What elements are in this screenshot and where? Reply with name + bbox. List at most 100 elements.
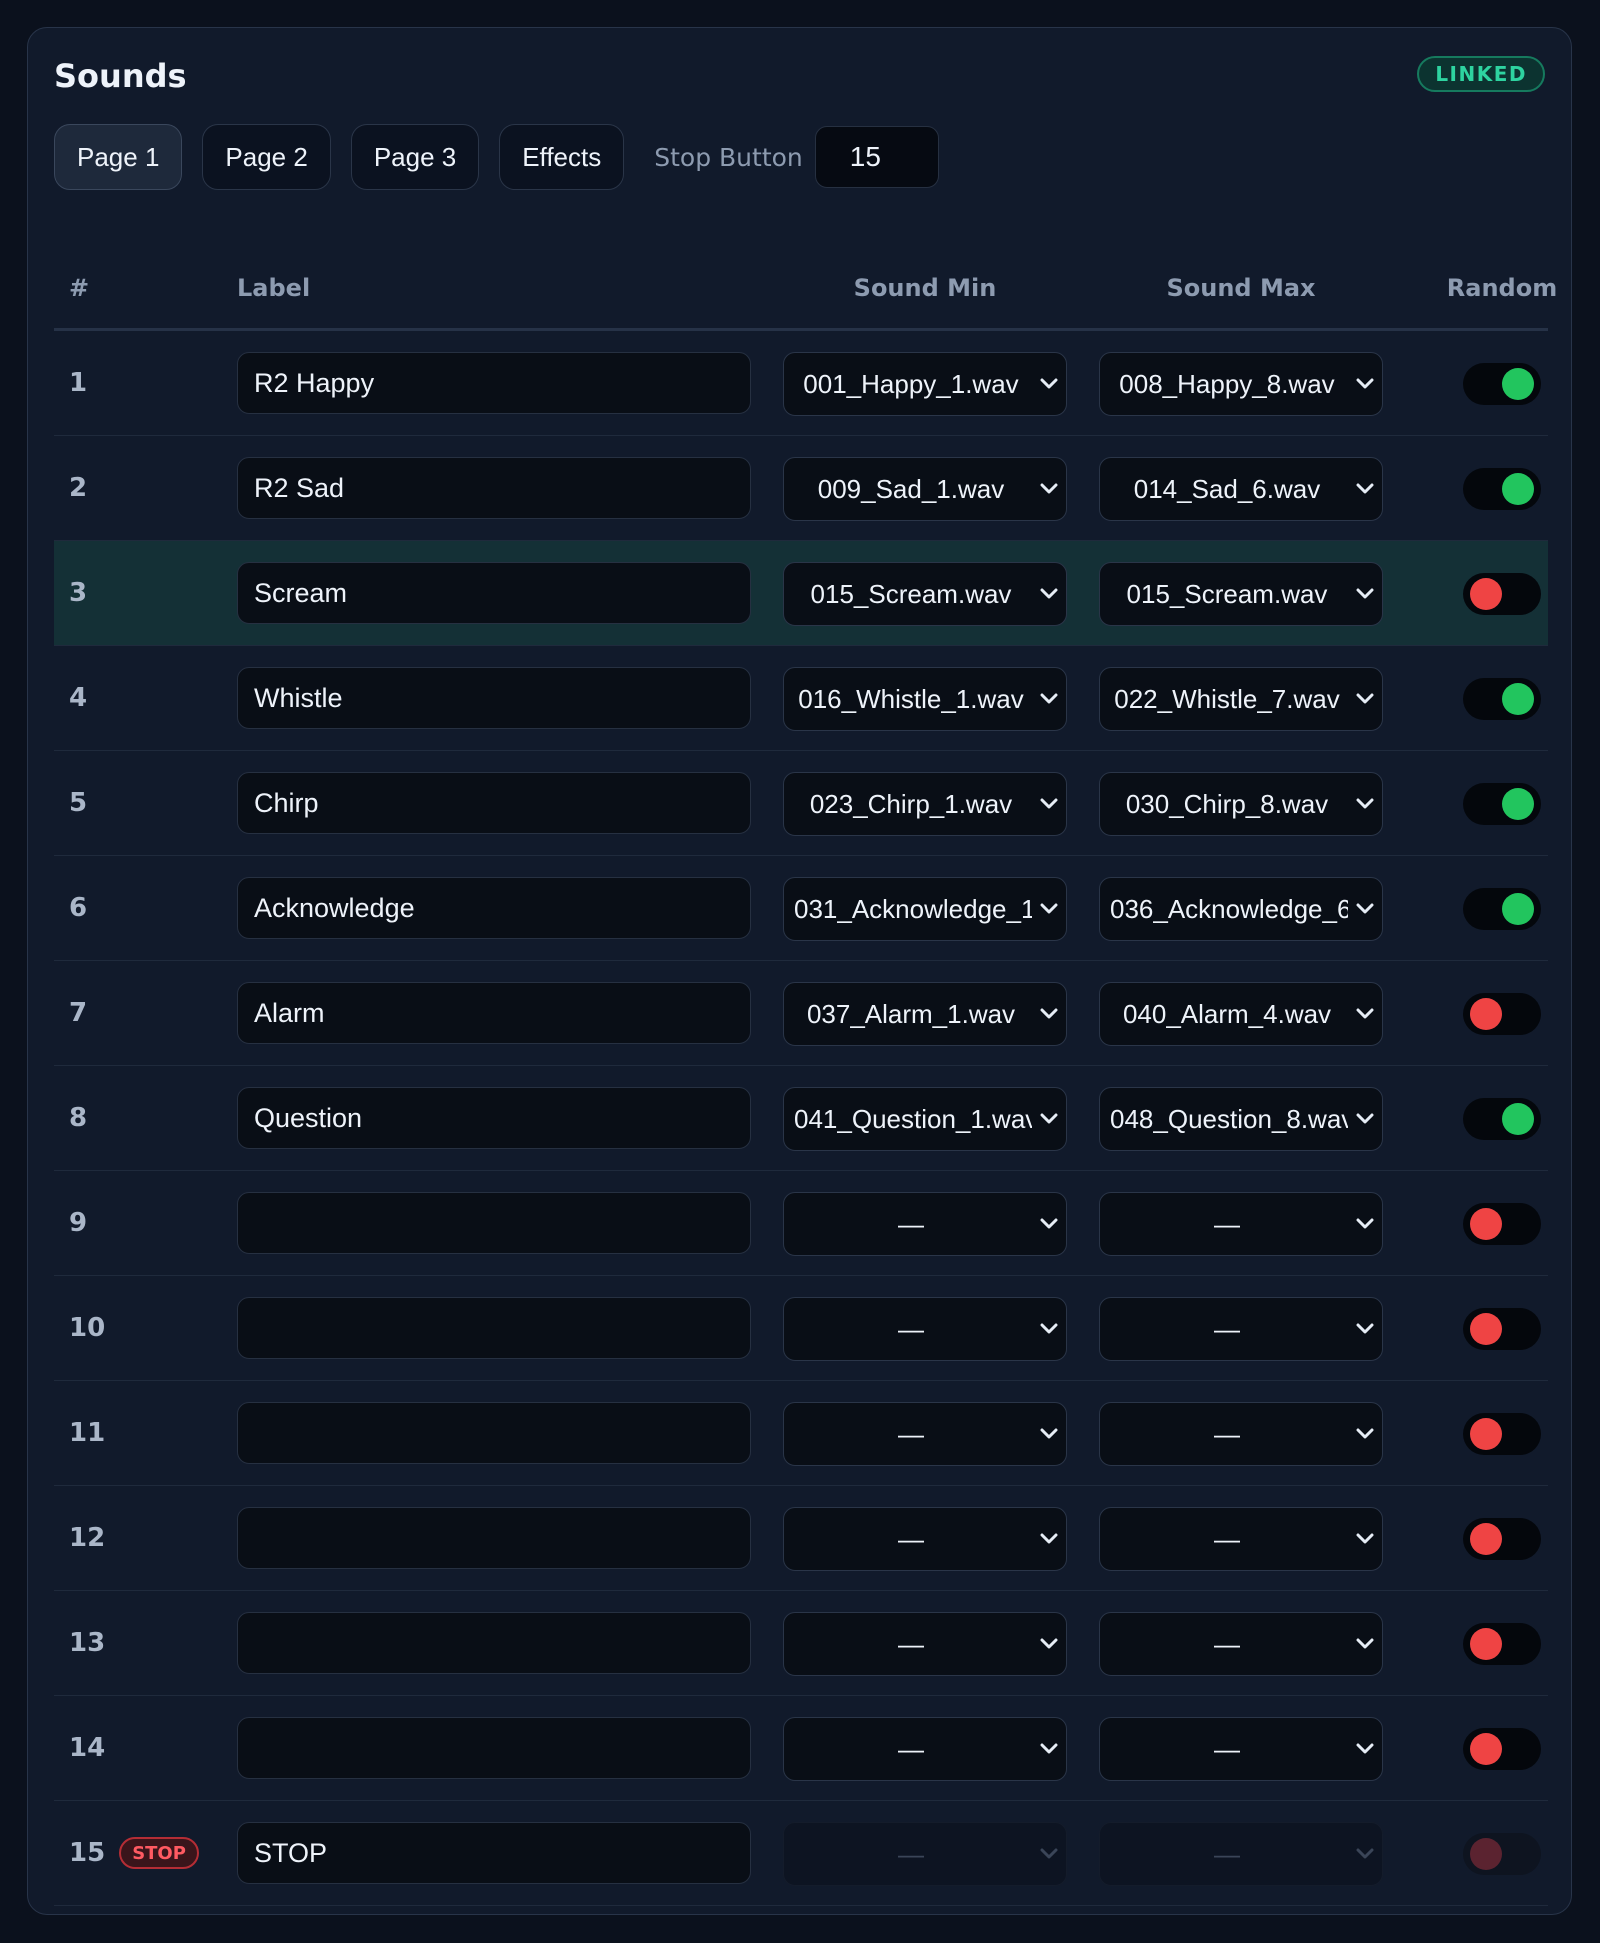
sound-min-select[interactable]: 016_Whistle_1.wav <box>783 667 1067 731</box>
table-row: 4 Whistle 016_Whistle_1.wav 022_Whistle_… <box>54 646 1548 751</box>
chevron-down-icon <box>1348 903 1382 915</box>
table-body: 1 R2 Happy 001_Happy_1.wav 008_Happy_8.w… <box>54 331 1548 1906</box>
random-toggle[interactable] <box>1463 993 1541 1035</box>
stop-button-input[interactable]: 15 <box>814 126 939 188</box>
sound-max-select[interactable]: 036_Acknowledge_6.wav <box>1099 877 1383 941</box>
random-toggle[interactable] <box>1463 1518 1541 1560</box>
sound-max-select[interactable]: — <box>1099 1612 1383 1676</box>
sound-min-value: 001_Happy_1.wav <box>803 368 1019 399</box>
sound-max-select[interactable]: — <box>1099 1192 1383 1256</box>
label-input[interactable] <box>237 1507 751 1569</box>
sound-min-select[interactable]: — <box>783 1507 1067 1571</box>
random-toggle[interactable] <box>1463 1728 1541 1770</box>
sound-min-select[interactable]: 031_Acknowledge_1.wav <box>783 877 1067 941</box>
sound-max-select[interactable]: 040_Alarm_4.wav <box>1099 982 1383 1046</box>
row-number: 11 <box>69 1418 106 1448</box>
toggle-knob <box>1470 1628 1502 1660</box>
sound-max-select[interactable]: — <box>1099 1402 1383 1466</box>
random-toggle[interactable] <box>1463 573 1541 615</box>
label-input[interactable]: Chirp <box>237 772 751 834</box>
chevron-down-icon <box>1032 1428 1066 1440</box>
table-row: 1 R2 Happy 001_Happy_1.wav 008_Happy_8.w… <box>54 331 1548 436</box>
row-number-cell: 13 <box>69 1591 105 1695</box>
sound-min-select[interactable]: — <box>783 1612 1067 1676</box>
sound-max-select[interactable]: 022_Whistle_7.wav <box>1099 667 1383 731</box>
sound-min-select[interactable]: 001_Happy_1.wav <box>783 352 1067 416</box>
random-toggle[interactable] <box>1463 678 1541 720</box>
label-input[interactable] <box>237 1192 751 1254</box>
random-toggle[interactable] <box>1463 1623 1541 1665</box>
sound-min-select[interactable]: — <box>783 1297 1067 1361</box>
tab-page-1[interactable]: Page 1 <box>54 124 183 190</box>
random-toggle[interactable] <box>1463 363 1541 405</box>
random-toggle[interactable] <box>1463 1413 1541 1455</box>
chevron-down-icon <box>1348 798 1382 810</box>
chevron-down-icon <box>1032 1008 1066 1020</box>
sound-max-select[interactable]: — <box>1099 1717 1383 1781</box>
row-number: 15 <box>69 1838 106 1868</box>
sound-max-select[interactable]: — <box>1099 1297 1383 1361</box>
sound-max-select[interactable]: 030_Chirp_8.wav <box>1099 772 1383 836</box>
chevron-down-icon <box>1348 1428 1382 1440</box>
sound-min-select[interactable]: — <box>783 1192 1067 1256</box>
sound-max-select[interactable]: 014_Sad_6.wav <box>1099 457 1383 521</box>
tab-effects[interactable]: Effects <box>499 124 625 190</box>
row-number-cell: 2 <box>69 436 87 540</box>
column-header-random: Random <box>1446 274 1558 302</box>
label-input[interactable]: Acknowledge <box>237 877 751 939</box>
label-input[interactable]: R2 Happy <box>237 352 751 414</box>
sound-max-value: 048_Question_8.wav <box>1110 1103 1348 1134</box>
row-number: 2 <box>69 473 88 503</box>
column-header-number: # <box>69 274 90 302</box>
sound-min-value: 037_Alarm_1.wav <box>806 998 1016 1029</box>
label-input[interactable]: Scream <box>237 562 751 624</box>
sound-max-select[interactable]: 008_Happy_8.wav <box>1099 352 1383 416</box>
label-input[interactable] <box>237 1297 751 1359</box>
tab-page-3[interactable]: Page 3 <box>350 124 480 190</box>
sounds-table: # Label Sound Min Sound Max Random 1 R2 … <box>54 238 1557 1906</box>
sound-min-select[interactable]: 009_Sad_1.wav <box>783 457 1067 521</box>
sound-min-select[interactable]: — <box>783 1717 1067 1781</box>
sound-min-value: 009_Sad_1.wav <box>817 473 1005 504</box>
random-toggle[interactable] <box>1463 888 1541 930</box>
sound-max-value: — <box>1214 1838 1240 1869</box>
sound-max-value: — <box>1214 1628 1240 1659</box>
sound-max-value: 040_Alarm_4.wav <box>1122 998 1332 1029</box>
sound-max-select[interactable]: 015_Scream.wav <box>1099 562 1383 626</box>
random-toggle <box>1463 1833 1541 1875</box>
sounds-panel: Sounds LINKED Page 1 Page 2 Page 3 Effec… <box>27 27 1572 1915</box>
toggle-knob <box>1502 1103 1534 1135</box>
row-number: 7 <box>69 998 88 1028</box>
random-toggle[interactable] <box>1463 468 1541 510</box>
column-header-sound-min: Sound Min <box>853 274 997 302</box>
label-input[interactable] <box>237 1717 751 1779</box>
label-input[interactable] <box>237 1612 751 1674</box>
chevron-down-icon <box>1032 1638 1066 1650</box>
sound-max-select[interactable]: — <box>1099 1507 1383 1571</box>
tab-page-2[interactable]: Page 2 <box>202 124 331 190</box>
toggle-knob <box>1470 1523 1502 1555</box>
label-input[interactable] <box>237 1402 751 1464</box>
random-toggle[interactable] <box>1463 1098 1541 1140</box>
random-toggle[interactable] <box>1463 1203 1541 1245</box>
label-input[interactable]: Alarm <box>237 982 751 1044</box>
sound-min-select[interactable]: 037_Alarm_1.wav <box>783 982 1067 1046</box>
label-input[interactable]: Question <box>237 1087 751 1149</box>
sound-min-select[interactable]: 023_Chirp_1.wav <box>783 772 1067 836</box>
table-row: 2 R2 Sad 009_Sad_1.wav 014_Sad_6.wav <box>54 436 1548 541</box>
toggle-knob <box>1470 998 1502 1030</box>
sound-min-select[interactable]: — <box>783 1402 1067 1466</box>
sound-min-select[interactable]: 015_Scream.wav <box>783 562 1067 626</box>
random-toggle[interactable] <box>1463 1308 1541 1350</box>
random-toggle[interactable] <box>1463 783 1541 825</box>
label-input[interactable]: STOP <box>237 1822 751 1884</box>
label-input[interactable]: R2 Sad <box>237 457 751 519</box>
label-input[interactable]: Whistle <box>237 667 751 729</box>
sound-max-select[interactable]: 048_Question_8.wav <box>1099 1087 1383 1151</box>
row-number: 13 <box>69 1628 106 1658</box>
sound-min-value: — <box>898 1628 924 1659</box>
row-number-cell: 9 <box>69 1171 87 1275</box>
sound-min-value: — <box>898 1418 924 1449</box>
row-number-cell: 14 <box>69 1696 105 1800</box>
sound-min-select[interactable]: 041_Question_1.wav <box>783 1087 1067 1151</box>
